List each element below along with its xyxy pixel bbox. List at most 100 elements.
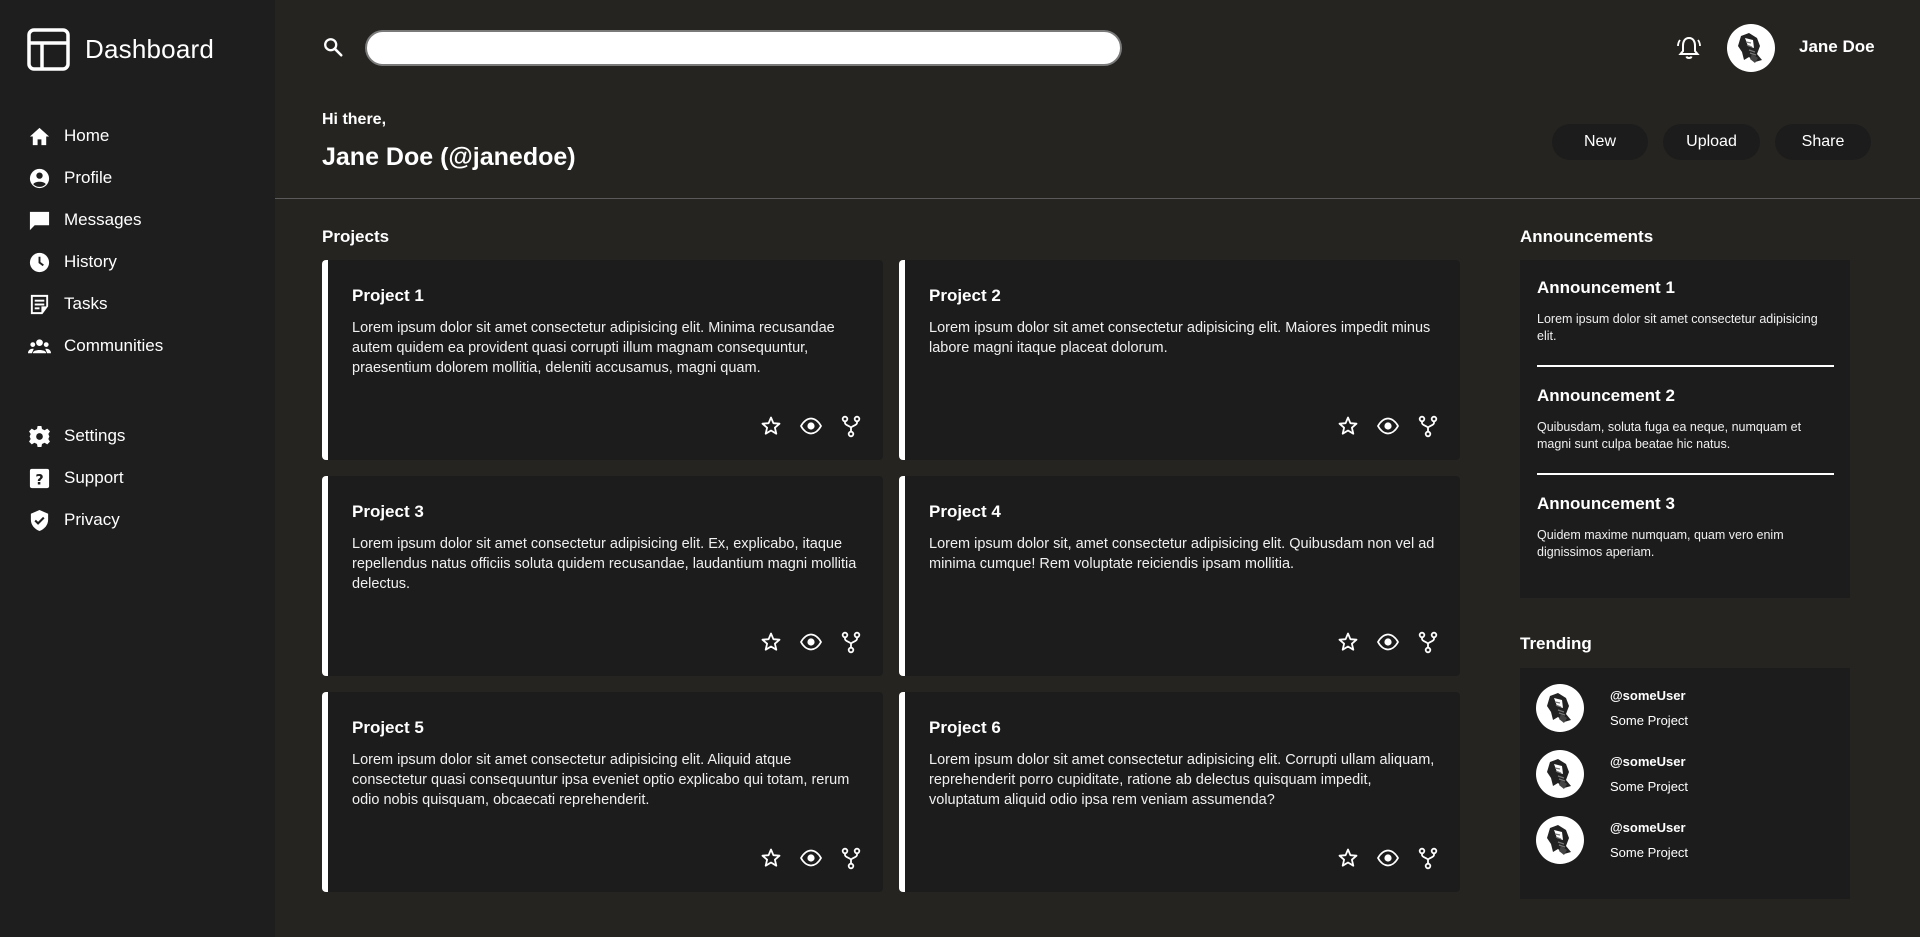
brand[interactable]: Dashboard — [27, 28, 214, 71]
fork-icon[interactable] — [839, 846, 863, 870]
tasks-icon — [30, 294, 49, 314]
project-description: Lorem ipsum dolor sit amet consectetur a… — [929, 752, 1435, 808]
sidebar-item-settings[interactable]: Settings — [28, 421, 125, 451]
dashboard-logo-icon — [27, 28, 70, 71]
announcement-title: Announcement 1 — [1537, 278, 1675, 297]
search-icon[interactable] — [322, 36, 344, 58]
star-icon[interactable] — [1336, 414, 1360, 438]
home-icon — [29, 127, 50, 145]
trending-project: Some Project — [1610, 779, 1689, 794]
announcement-text: Quidem maxime numquam, quam vero enim di… — [1537, 528, 1784, 559]
avatar — [1536, 684, 1584, 732]
project-card[interactable]: Project 4 Lorem ipsum dolor sit, amet co… — [899, 476, 1460, 676]
sidebar-item-privacy[interactable]: Privacy — [28, 505, 120, 535]
project-card[interactable]: Project 3 Lorem ipsum dolor sit amet con… — [322, 476, 883, 676]
star-icon[interactable] — [759, 414, 783, 438]
greeting-label: Hi there, — [322, 111, 387, 128]
sidebar-item-tasks[interactable]: Tasks — [28, 289, 107, 319]
project-title: Project 4 — [929, 502, 1001, 521]
new-button[interactable]: New — [1552, 124, 1648, 160]
project-card[interactable]: Project 5 Lorem ipsum dolor sit amet con… — [322, 692, 883, 892]
project-title: Project 6 — [929, 718, 1001, 737]
eye-icon[interactable] — [1376, 414, 1400, 438]
settings-icon — [29, 425, 50, 447]
star-icon[interactable] — [759, 846, 783, 870]
history-icon — [29, 252, 50, 272]
announcement-item[interactable]: Announcement 3 Quidem maxime numquam, qu… — [1537, 494, 1834, 561]
support-icon: ? — [29, 468, 50, 488]
avatar — [1536, 750, 1584, 798]
project-card[interactable]: Project 6 Lorem ipsum dolor sit amet con… — [899, 692, 1460, 892]
project-title: Project 2 — [929, 286, 1001, 305]
star-icon[interactable] — [759, 630, 783, 654]
fork-icon[interactable] — [1416, 846, 1440, 870]
announcement-divider — [1537, 473, 1834, 475]
sidebar-item-label: Tasks — [64, 294, 108, 313]
avatar — [1536, 816, 1584, 864]
eye-icon[interactable] — [799, 630, 823, 654]
project-title: Project 5 — [352, 718, 424, 737]
fork-icon[interactable] — [1416, 414, 1440, 438]
upload-button[interactable]: Upload — [1663, 124, 1760, 160]
profile-icon — [29, 168, 50, 188]
communities-icon — [28, 338, 51, 353]
trending-title: Trending — [1520, 634, 1592, 653]
star-icon[interactable] — [1336, 630, 1360, 654]
fork-icon[interactable] — [839, 414, 863, 438]
announcement-title: Announcement 2 — [1537, 386, 1675, 405]
trending-item[interactable]: @someUser Some Project — [1536, 684, 1836, 734]
announcement-divider — [1537, 365, 1834, 367]
trending-item[interactable]: @someUser Some Project — [1536, 750, 1836, 800]
eye-icon[interactable] — [799, 846, 823, 870]
announcement-text: Quibusdam, soluta fuga ea neque, numquam… — [1537, 420, 1802, 451]
sidebar-item-messages[interactable]: Messages — [28, 205, 141, 235]
announcements-panel: Announcement 1 Lorem ipsum dolor sit ame… — [1520, 260, 1850, 598]
sidebar-item-communities[interactable]: Communities — [28, 331, 163, 361]
sidebar-item-label: Support — [64, 468, 124, 487]
announcement-item[interactable]: Announcement 2 Quibusdam, soluta fuga ea… — [1537, 386, 1834, 453]
trending-panel: @someUser Some Project @someUser Some Pr… — [1520, 668, 1850, 899]
sidebar-item-label: Home — [64, 126, 110, 145]
eye-icon[interactable] — [799, 414, 823, 438]
sidebar-item-profile[interactable]: Profile — [28, 163, 112, 193]
trending-user: @someUser — [1610, 688, 1686, 703]
project-description: Lorem ipsum dolor sit amet consectetur a… — [352, 320, 835, 376]
projects-title: Projects — [322, 227, 390, 246]
announcement-title: Announcement 3 — [1537, 494, 1675, 513]
bell-icon[interactable] — [1675, 34, 1703, 62]
project-card[interactable]: Project 1 Lorem ipsum dolor sit amet con… — [322, 260, 883, 460]
app-title: Dashboard — [85, 34, 214, 64]
top-bar: Jane Doe — [275, 0, 1920, 96]
sidebar-item-label: Profile — [64, 168, 113, 187]
project-description: Lorem ipsum dolor sit amet consectetur a… — [352, 536, 857, 592]
project-description: Lorem ipsum dolor sit amet consectetur a… — [352, 752, 850, 808]
share-button[interactable]: Share — [1775, 124, 1871, 160]
trending-project: Some Project — [1610, 845, 1689, 860]
sidebar: Dashboard Home Profile Messages History … — [0, 0, 275, 937]
project-title: Project 3 — [352, 502, 424, 521]
page-title: Jane Doe (@janedoe) — [322, 143, 576, 171]
sidebar-item-label: Privacy — [64, 510, 120, 529]
fork-icon[interactable] — [1416, 630, 1440, 654]
privacy-icon — [30, 509, 49, 531]
sidebar-item-home[interactable]: Home — [28, 121, 109, 151]
star-icon[interactable] — [1336, 846, 1360, 870]
sidebar-item-history[interactable]: History — [28, 247, 117, 277]
project-title: Project 1 — [352, 286, 424, 305]
announcement-item[interactable]: Announcement 1 Lorem ipsum dolor sit ame… — [1537, 278, 1834, 345]
announcement-text: Lorem ipsum dolor sit amet consectetur a… — [1537, 312, 1818, 343]
eye-icon[interactable] — [1376, 846, 1400, 870]
trending-user: @someUser — [1610, 754, 1686, 769]
announcements-title: Announcements — [1520, 227, 1654, 246]
user-name: Jane Doe — [1799, 37, 1875, 56]
eye-icon[interactable] — [1376, 630, 1400, 654]
fork-icon[interactable] — [839, 630, 863, 654]
search-input[interactable] — [365, 30, 1122, 66]
trending-item[interactable]: @someUser Some Project — [1536, 816, 1836, 866]
project-card[interactable]: Project 2 Lorem ipsum dolor sit amet con… — [899, 260, 1460, 460]
sidebar-item-label: Communities — [64, 336, 164, 355]
header-divider — [275, 198, 1920, 199]
avatar[interactable] — [1727, 24, 1775, 72]
sidebar-item-support[interactable]: ? Support — [28, 463, 124, 493]
sidebar-item-label: History — [64, 252, 117, 271]
